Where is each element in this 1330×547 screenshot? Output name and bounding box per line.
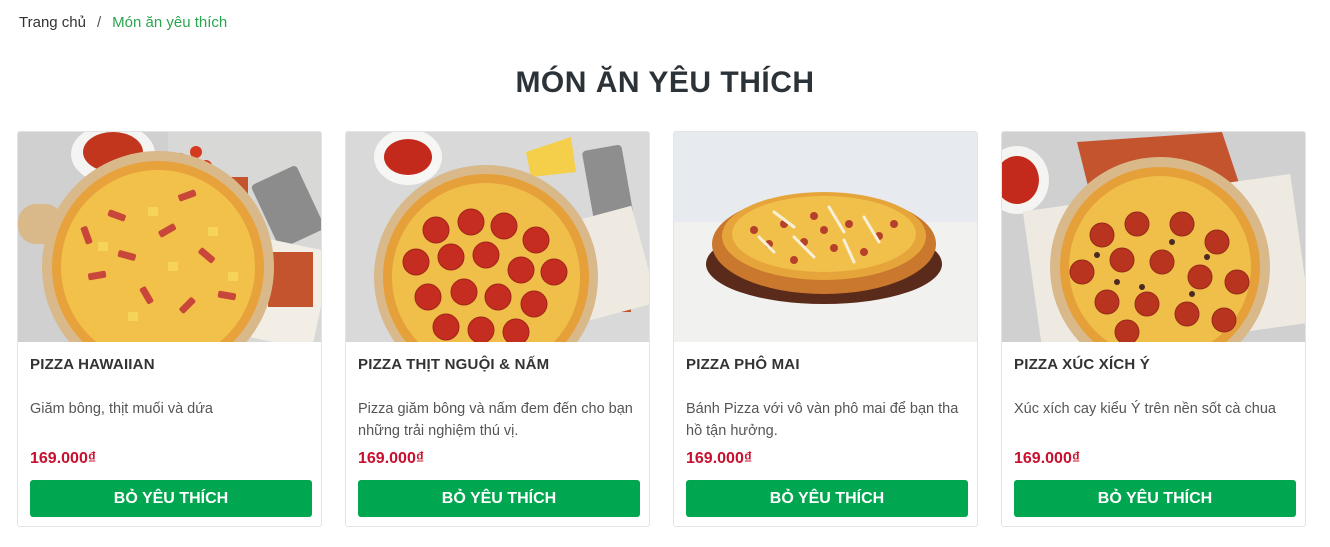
product-grid: PIZZA HAWAIIAN Giăm bông, thịt muối và d… bbox=[17, 131, 1306, 527]
product-name[interactable]: PIZZA HAWAIIAN bbox=[30, 356, 155, 373]
product-description: Pizza giăm bông và nấm đem đến cho bạn n… bbox=[358, 401, 633, 439]
pizza-hawaiian-image[interactable] bbox=[18, 132, 321, 342]
product-name[interactable]: PIZZA THỊT NGUỘI & NẤM bbox=[358, 356, 549, 373]
product-price: 169.000₫ bbox=[686, 450, 753, 467]
breadcrumb: Trang chủ / Món ăn yêu thích bbox=[19, 14, 227, 31]
remove-favorite-button[interactable]: BỎ YÊU THÍCH bbox=[358, 480, 640, 517]
pizza-pepperoni-image[interactable] bbox=[346, 132, 649, 342]
product-card: PIZZA XÚC XÍCH Ý Xúc xích cay kiểu Ý trê… bbox=[1001, 131, 1306, 527]
product-card: PIZZA THỊT NGUỘI & NẤM Pizza giăm bông v… bbox=[345, 131, 650, 527]
product-price: 169.000₫ bbox=[358, 450, 425, 467]
product-card: PIZZA HAWAIIAN Giăm bông, thịt muối và d… bbox=[17, 131, 322, 527]
product-name[interactable]: PIZZA PHÔ MAI bbox=[686, 356, 800, 373]
pizza-sausage-image[interactable] bbox=[1002, 132, 1305, 342]
breadcrumb-current: Món ăn yêu thích bbox=[112, 14, 228, 31]
product-price: 169.000₫ bbox=[1014, 450, 1081, 467]
remove-favorite-button[interactable]: BỎ YÊU THÍCH bbox=[30, 480, 312, 517]
breadcrumb-home-link[interactable]: Trang chủ bbox=[19, 14, 86, 31]
product-price: 169.000₫ bbox=[30, 450, 97, 467]
breadcrumb-separator: / bbox=[96, 14, 102, 31]
remove-favorite-button[interactable]: BỎ YÊU THÍCH bbox=[1014, 480, 1296, 517]
product-name[interactable]: PIZZA XÚC XÍCH Ý bbox=[1014, 356, 1150, 373]
product-card: PIZZA PHÔ MAI Bánh Pizza với vô vàn phô … bbox=[673, 131, 978, 527]
product-description: Xúc xích cay kiểu Ý trên nền sốt cà chua bbox=[1014, 401, 1276, 417]
remove-favorite-button[interactable]: BỎ YÊU THÍCH bbox=[686, 480, 968, 517]
page-title: MÓN ĂN YÊU THÍCH bbox=[515, 66, 815, 99]
product-description: Giăm bông, thịt muối và dứa bbox=[30, 401, 213, 417]
product-description: Bánh Pizza với vô vàn phô mai để bạn tha… bbox=[686, 401, 959, 439]
pizza-cheese-image[interactable] bbox=[674, 132, 977, 342]
